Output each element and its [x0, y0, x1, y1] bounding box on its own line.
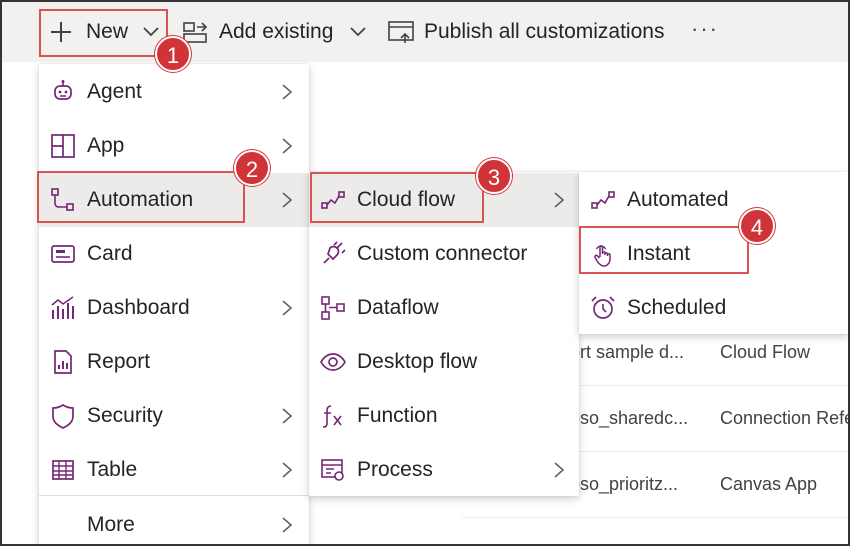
chevron-right-icon — [282, 462, 293, 478]
publish-all-label: Publish all customizations — [424, 20, 665, 43]
plus-icon — [51, 22, 71, 42]
eye-icon — [320, 353, 346, 371]
menu-item-automated[interactable]: Automated — [579, 173, 848, 227]
more-commands-button[interactable]: ··· — [691, 16, 719, 42]
report-icon — [54, 350, 72, 374]
menu-item-label: Report — [87, 350, 151, 373]
menu-divider — [39, 495, 309, 496]
row-name: oso_sharedc... — [570, 408, 689, 428]
menu-item-table[interactable]: Table — [39, 443, 309, 497]
dashboard-icon — [51, 296, 74, 319]
menu-item-function[interactable]: Function — [309, 389, 579, 443]
chevron-right-icon — [282, 138, 293, 154]
new-menu: Agent App Automation Card Dashboard Repo… — [39, 64, 309, 544]
menu-item-card[interactable]: Card — [39, 227, 309, 281]
menu-item-label: Automated — [627, 188, 729, 211]
chevron-down-icon — [143, 27, 159, 37]
chevron-right-icon — [282, 408, 293, 424]
row-name: oso_prioritz... — [570, 474, 679, 494]
menu-item-label: Automation — [87, 188, 194, 211]
menu-item-label: Card — [87, 242, 133, 265]
add-existing-label: Add existing — [219, 20, 334, 43]
app-icon — [51, 134, 75, 158]
shield-icon — [52, 403, 74, 429]
menu-item-more[interactable]: More — [39, 498, 309, 544]
menu-item-cloud-flow[interactable]: Cloud flow — [309, 173, 579, 227]
menu-item-label: Agent — [87, 80, 142, 103]
automated-icon — [591, 191, 615, 209]
chevron-right-icon — [282, 192, 293, 208]
new-button-label: New — [86, 20, 129, 43]
dataflow-icon — [321, 296, 345, 320]
row-type: Canvas App — [720, 474, 818, 494]
agent-icon — [54, 80, 72, 100]
publish-icon — [388, 21, 414, 43]
menu-item-dataflow[interactable]: Dataflow — [309, 281, 579, 335]
step-1-badge: 1 — [155, 36, 191, 72]
chevron-down-icon — [350, 27, 367, 37]
chevron-right-icon — [282, 300, 293, 316]
connector-icon — [323, 241, 346, 264]
menu-item-label: Dataflow — [357, 296, 439, 319]
menu-item-label: App — [87, 134, 125, 157]
row-type: Connection Refe — [720, 408, 850, 428]
menu-item-label: Cloud flow — [357, 188, 456, 211]
menu-item-label: Dashboard — [87, 296, 190, 319]
menu-item-label: Security — [87, 404, 163, 427]
menu-item-dashboard[interactable]: Dashboard — [39, 281, 309, 335]
menu-item-label: Process — [357, 458, 433, 481]
cloud-flow-icon — [321, 191, 345, 209]
step-4-badge: 4 — [739, 208, 775, 244]
menu-item-report[interactable]: Report — [39, 335, 309, 389]
add-existing-button[interactable]: Add existing — [182, 16, 367, 48]
publish-all-button[interactable]: Publish all customizations — [387, 16, 664, 48]
screenshot-frame: New Add existing Publish all customizati… — [0, 0, 850, 546]
menu-item-custom-connector[interactable]: Custom connector — [309, 227, 579, 281]
menu-item-label: Instant — [627, 242, 691, 265]
menu-item-scheduled[interactable]: Scheduled — [579, 281, 848, 335]
process-icon — [321, 459, 344, 481]
touch-icon — [594, 245, 611, 267]
menu-item-label: More — [87, 513, 135, 536]
new-button[interactable]: New — [48, 16, 160, 48]
step-2-badge: 2 — [234, 150, 270, 186]
menu-item-instant[interactable]: Instant — [579, 227, 848, 281]
menu-item-label: Desktop flow — [357, 350, 478, 373]
alarm-clock-icon — [591, 296, 615, 319]
chevron-right-icon — [554, 462, 565, 478]
menu-item-label: Scheduled — [627, 296, 727, 319]
step-3-badge: 3 — [476, 158, 512, 194]
menu-item-label: Table — [87, 458, 138, 481]
cloud-flow-submenu: Automated Instant Scheduled — [579, 172, 848, 335]
chevron-right-icon — [282, 517, 293, 533]
row-name: ort sample d... — [570, 342, 685, 362]
menu-item-desktop-flow[interactable]: Desktop flow — [309, 335, 579, 389]
menu-item-label: Custom connector — [357, 242, 528, 265]
automation-submenu: Cloud flow Custom connector Dataflow Des… — [309, 172, 579, 496]
menu-item-label: Function — [357, 404, 438, 427]
menu-item-agent[interactable]: Agent — [39, 65, 309, 119]
function-icon — [322, 405, 342, 428]
row-type: Cloud Flow — [720, 342, 811, 362]
menu-item-security[interactable]: Security — [39, 389, 309, 443]
chevron-right-icon — [282, 84, 293, 100]
card-icon — [51, 245, 75, 263]
command-bar: New Add existing Publish all customizati… — [2, 2, 848, 62]
menu-item-automation[interactable]: Automation — [39, 173, 309, 227]
menu-item-process[interactable]: Process — [309, 443, 579, 497]
automation-icon — [51, 188, 74, 211]
chevron-right-icon — [554, 192, 565, 208]
table-icon — [52, 460, 74, 480]
